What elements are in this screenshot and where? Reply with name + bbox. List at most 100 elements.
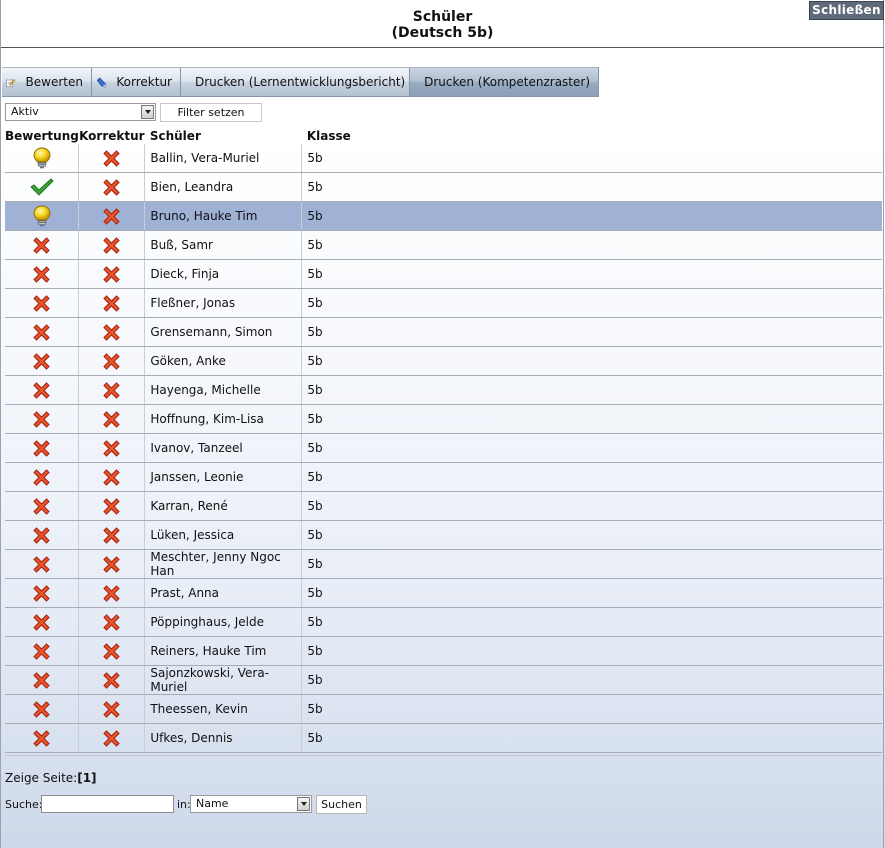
cell-korrektur[interactable]	[78, 578, 146, 608]
cell-korrektur[interactable]	[78, 520, 146, 550]
cell-schueler[interactable]: Janssen, Leonie	[144, 462, 303, 492]
cell-schueler[interactable]: Grensemann, Simon	[144, 317, 303, 347]
cell-schueler[interactable]: Göken, Anke	[144, 346, 303, 376]
column-header-klasse[interactable]: Klasse	[302, 127, 882, 144]
table-row[interactable]: Grensemann, Simon 5b	[5, 317, 882, 347]
cell-bewertung[interactable]	[5, 230, 80, 260]
cell-korrektur[interactable]	[78, 433, 146, 463]
table-row[interactable]: Ballin, Vera-Muriel 5b	[5, 144, 882, 173]
drucken-kompetenzraster-button[interactable]: Drucken (Kompetenzraster)	[410, 67, 599, 97]
cell-bewertung[interactable]	[5, 636, 80, 666]
cell-schueler[interactable]: Pöppinghaus, Jelde	[144, 607, 303, 637]
table-row[interactable]: Lüken, Jessica 5b	[5, 520, 882, 550]
table-row[interactable]: Buß, Samr 5b	[5, 230, 882, 260]
close-button[interactable]: Schließen	[809, 1, 884, 20]
cell-bewertung[interactable]	[5, 404, 80, 434]
table-row[interactable]: Göken, Anke 5b	[5, 346, 882, 376]
table-row[interactable]: Ufkes, Dennis 5b	[5, 723, 882, 753]
cell-korrektur[interactable]	[78, 346, 146, 376]
cell-korrektur[interactable]	[78, 288, 146, 318]
cell-bewertung[interactable]	[5, 607, 80, 637]
cell-korrektur[interactable]	[78, 607, 146, 637]
column-header-korrektur[interactable]: Korrektur	[79, 127, 145, 144]
column-header-schueler[interactable]: Schüler	[145, 127, 302, 144]
cell-schueler[interactable]: Karran, René	[144, 491, 303, 521]
cell-schueler[interactable]: Bien, Leandra	[144, 172, 303, 202]
cell-schueler[interactable]: Sajonzkowski, Vera-Muriel	[144, 665, 303, 695]
table-row[interactable]: Karran, René 5b	[5, 491, 882, 521]
chevron-down-icon[interactable]	[297, 797, 310, 811]
table-row[interactable]: Dieck, Finja 5b	[5, 259, 882, 289]
cell-schueler[interactable]: Ivanov, Tanzeel	[144, 433, 303, 463]
cell-korrektur[interactable]	[78, 723, 146, 753]
cell-schueler[interactable]: Prast, Anna	[144, 578, 303, 608]
cell-korrektur[interactable]	[78, 144, 146, 173]
table-row[interactable]: Reiners, Hauke Tim 5b	[5, 636, 882, 666]
cell-korrektur[interactable]	[78, 491, 146, 521]
table-row[interactable]: Janssen, Leonie 5b	[5, 462, 882, 492]
cell-schueler[interactable]: Buß, Samr	[144, 230, 303, 260]
cell-korrektur[interactable]	[78, 462, 146, 492]
cell-bewertung[interactable]	[5, 723, 80, 753]
table-row[interactable]: Fleßner, Jonas 5b	[5, 288, 882, 318]
cell-bewertung[interactable]	[5, 144, 80, 173]
cell-bewertung[interactable]	[5, 549, 80, 579]
cell-korrektur[interactable]	[78, 375, 146, 405]
cell-schueler[interactable]: Ufkes, Dennis	[144, 723, 303, 753]
cell-korrektur[interactable]	[78, 694, 146, 724]
cell-bewertung[interactable]	[5, 375, 80, 405]
table-row[interactable]: Sajonzkowski, Vera-Muriel 5b	[5, 665, 882, 695]
cell-korrektur[interactable]	[78, 201, 146, 231]
cell-bewertung[interactable]	[5, 317, 80, 347]
korrektur-button[interactable]: Korrektur	[92, 67, 181, 97]
suchen-button[interactable]: Suchen	[316, 795, 367, 814]
cell-bewertung[interactable]	[5, 694, 80, 724]
cell-bewertung[interactable]	[5, 433, 80, 463]
drucken-lernentwicklungsbericht-button[interactable]: Drucken (Lernentwicklungsbericht)	[181, 67, 410, 97]
search-input[interactable]	[41, 795, 174, 813]
table-row[interactable]: Theessen, Kevin 5b	[5, 694, 882, 724]
cell-korrektur[interactable]	[78, 230, 146, 260]
cell-schueler[interactable]: Fleßner, Jonas	[144, 288, 303, 318]
cell-bewertung[interactable]	[5, 172, 80, 202]
cell-bewertung[interactable]	[5, 578, 80, 608]
table-row[interactable]: Bien, Leandra 5b	[5, 172, 882, 202]
search-field-select[interactable]: Name	[190, 795, 312, 813]
table-row[interactable]: Bruno, Hauke Tim 5b	[5, 201, 882, 231]
cell-bewertung[interactable]	[5, 520, 80, 550]
cell-korrektur[interactable]	[78, 665, 146, 695]
cell-schueler[interactable]: Bruno, Hauke Tim	[144, 201, 303, 231]
cell-bewertung[interactable]	[5, 201, 80, 231]
cell-bewertung[interactable]	[5, 259, 80, 289]
cell-bewertung[interactable]	[5, 665, 80, 695]
cell-schueler[interactable]: Ballin, Vera-Muriel	[144, 144, 303, 173]
page-link-1[interactable]: [1]	[77, 771, 96, 785]
cell-bewertung[interactable]	[5, 491, 80, 521]
cell-schueler[interactable]: Reiners, Hauke Tim	[144, 636, 303, 666]
table-row[interactable]: Pöppinghaus, Jelde 5b	[5, 607, 882, 637]
filter-setzen-button[interactable]: Filter setzen	[160, 103, 262, 122]
table-row[interactable]: Prast, Anna 5b	[5, 578, 882, 608]
cell-bewertung[interactable]	[5, 462, 80, 492]
cell-schueler[interactable]: Dieck, Finja	[144, 259, 303, 289]
table-row[interactable]: Hoffnung, Kim-Lisa 5b	[5, 404, 882, 434]
bewerten-button[interactable]: Bewerten	[2, 67, 92, 97]
cell-korrektur[interactable]	[78, 317, 146, 347]
chevron-down-icon[interactable]	[141, 105, 154, 119]
cell-korrektur[interactable]	[78, 259, 146, 289]
cell-schueler[interactable]: Hayenga, Michelle	[144, 375, 303, 405]
cell-bewertung[interactable]	[5, 346, 80, 376]
cell-schueler[interactable]: Meschter, Jenny Ngoc Han	[144, 549, 303, 579]
cell-korrektur[interactable]	[78, 636, 146, 666]
cell-bewertung[interactable]	[5, 288, 80, 318]
cell-schueler[interactable]: Hoffnung, Kim-Lisa	[144, 404, 303, 434]
table-row[interactable]: Ivanov, Tanzeel 5b	[5, 433, 882, 463]
cell-schueler[interactable]: Lüken, Jessica	[144, 520, 303, 550]
table-row[interactable]: Hayenga, Michelle 5b	[5, 375, 882, 405]
table-row[interactable]: Meschter, Jenny Ngoc Han 5b	[5, 549, 882, 579]
cell-schueler[interactable]: Theessen, Kevin	[144, 694, 303, 724]
status-filter-select[interactable]: Aktiv	[5, 103, 156, 121]
cell-korrektur[interactable]	[78, 172, 146, 202]
cell-korrektur[interactable]	[78, 549, 146, 579]
column-header-bewertung[interactable]: Bewertung	[5, 127, 79, 144]
